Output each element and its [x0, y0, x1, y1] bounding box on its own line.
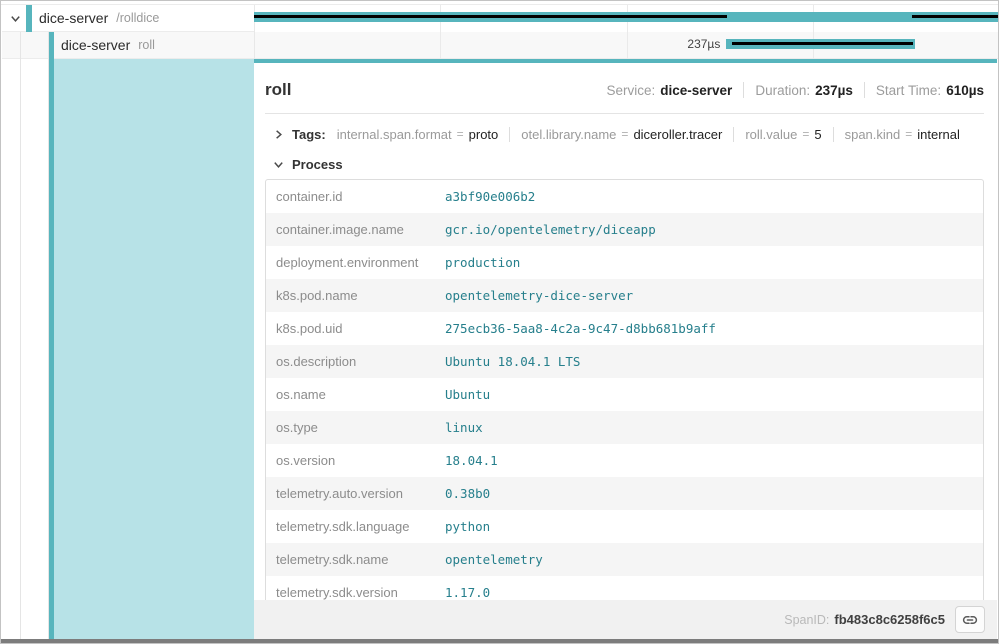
tags-accordion[interactable]: Tags: internal.span.format = proto otel.… [265, 123, 984, 145]
table-row: container.id a3bf90e006b2 [266, 180, 983, 213]
kv-value: linux [445, 420, 483, 435]
trace-timeline: 237µs [254, 5, 999, 59]
kv-value: gcr.io/opentelemetry/diceapp [445, 222, 656, 237]
tag-key: roll.value [745, 127, 797, 142]
tag-separator [733, 127, 734, 142]
kv-key: container.id [276, 189, 445, 204]
kv-value: Ubuntu [445, 387, 490, 402]
tag-value: proto [469, 127, 499, 142]
kv-key: k8s.pod.uid [276, 321, 445, 336]
duration-value: 237µs [815, 83, 853, 98]
table-row: os.description Ubuntu 18.04.1 LTS [266, 345, 983, 378]
service-name: dice-server [39, 10, 108, 26]
process-section-label: Process [292, 157, 343, 172]
kv-key: os.type [276, 420, 445, 435]
table-row: telemetry.sdk.name opentelemetry [266, 543, 983, 576]
deep-link-button[interactable] [955, 606, 985, 633]
tag-key: otel.library.name [521, 127, 616, 142]
critical-path-segment [912, 15, 999, 18]
tag-separator [509, 127, 510, 142]
table-row: k8s.pod.uid 275ecb36-5aa8-4c2a-9c47-d8bb… [266, 312, 983, 345]
span-id-label: SpanID: [784, 613, 829, 627]
tag-value: diceroller.tracer [633, 127, 722, 142]
kv-key: container.image.name [276, 222, 445, 237]
span-title: roll [265, 80, 291, 100]
process-key-value-table: container.id a3bf90e006b2 container.imag… [265, 179, 984, 610]
kv-value: 0.38b0 [445, 486, 490, 501]
operation-name: roll [138, 38, 155, 52]
window-bottom-edge [1, 639, 998, 643]
table-row: os.type linux [266, 411, 983, 444]
table-row: deployment.environment production [266, 246, 983, 279]
tag-key: span.kind [845, 127, 901, 142]
span-detail-panel: roll Service: dice-server Duration: 237µ… [254, 59, 997, 639]
tag-equals: = [457, 127, 464, 141]
tag-equals: = [802, 127, 809, 141]
table-row: k8s.pod.name opentelemetry-dice-server [266, 279, 983, 312]
kv-value: python [445, 519, 490, 534]
start-time-value: 610µs [946, 83, 984, 98]
operation-name: /rolldice [116, 11, 159, 25]
kv-value: opentelemetry-dice-server [445, 288, 633, 303]
tag-value: internal [917, 127, 960, 142]
jaeger-trace-view-window: dice-server /rolldice dice-server roll 2… [0, 0, 999, 644]
service-label: Service: [606, 83, 655, 98]
selected-span-highlight [54, 59, 254, 639]
duration-label: Duration: [755, 83, 810, 98]
critical-path-segment [732, 42, 914, 45]
kv-key: telemetry.sdk.version [276, 585, 445, 600]
kv-key: os.name [276, 387, 445, 402]
kv-key: deployment.environment [276, 255, 445, 270]
span-color-block [26, 5, 32, 32]
span-id-value: fb483c8c6258f6c5 [834, 612, 945, 627]
chevron-right-icon[interactable] [272, 128, 285, 141]
start-time-label: Start Time: [876, 83, 941, 98]
tag-key: internal.span.format [337, 127, 452, 142]
kv-value: opentelemetry [445, 552, 543, 567]
kv-value: 1.17.0 [445, 585, 490, 600]
tag-equals: = [621, 127, 628, 141]
tag-list: internal.span.format = proto otel.librar… [337, 127, 960, 142]
kv-key: os.version [276, 453, 445, 468]
chevron-down-icon[interactable] [272, 158, 285, 171]
process-accordion[interactable]: Process [265, 154, 984, 174]
critical-path-segment [254, 15, 727, 18]
indent-guide [20, 32, 21, 639]
kv-key: telemetry.sdk.name [276, 552, 445, 567]
span-meta: Service: dice-server Duration: 237µs Sta… [606, 82, 984, 98]
table-row: telemetry.auto.version 0.38b0 [266, 477, 983, 510]
service-name: dice-server [61, 37, 130, 53]
header-divider [265, 113, 984, 114]
kv-value: 275ecb36-5aa8-4c2a-9c47-d8bb681b9aff [445, 321, 716, 336]
table-row: os.version 18.04.1 [266, 444, 983, 477]
kv-key: telemetry.sdk.language [276, 519, 445, 534]
table-row: telemetry.sdk.language python [266, 510, 983, 543]
kv-value: 18.04.1 [445, 453, 498, 468]
tag-separator [833, 127, 834, 142]
span-duration-label: 237µs [254, 36, 726, 52]
chevron-down-icon[interactable] [9, 12, 22, 25]
kv-key: os.description [276, 354, 445, 369]
span-row-roll-selected[interactable]: dice-server roll [2, 32, 254, 59]
meta-separator [743, 82, 744, 98]
table-row: os.name Ubuntu [266, 378, 983, 411]
service-value: dice-server [660, 83, 732, 98]
span-detail-footer: SpanID: fb483c8c6258f6c5 [254, 600, 997, 639]
span-name-column: dice-server /rolldice dice-server roll [2, 5, 254, 639]
kv-key: telemetry.auto.version [276, 486, 445, 501]
tag-value: 5 [814, 127, 821, 142]
link-icon [962, 612, 978, 628]
tags-section-label: Tags: [292, 127, 326, 142]
kv-value: a3bf90e006b2 [445, 189, 535, 204]
meta-separator [864, 82, 865, 98]
kv-value: production [445, 255, 520, 270]
kv-key: k8s.pod.name [276, 288, 445, 303]
table-row: container.image.name gcr.io/opentelemetr… [266, 213, 983, 246]
kv-value: Ubuntu 18.04.1 LTS [445, 354, 580, 369]
span-row-rolldice[interactable]: dice-server /rolldice [2, 5, 254, 32]
tag-equals: = [905, 127, 912, 141]
